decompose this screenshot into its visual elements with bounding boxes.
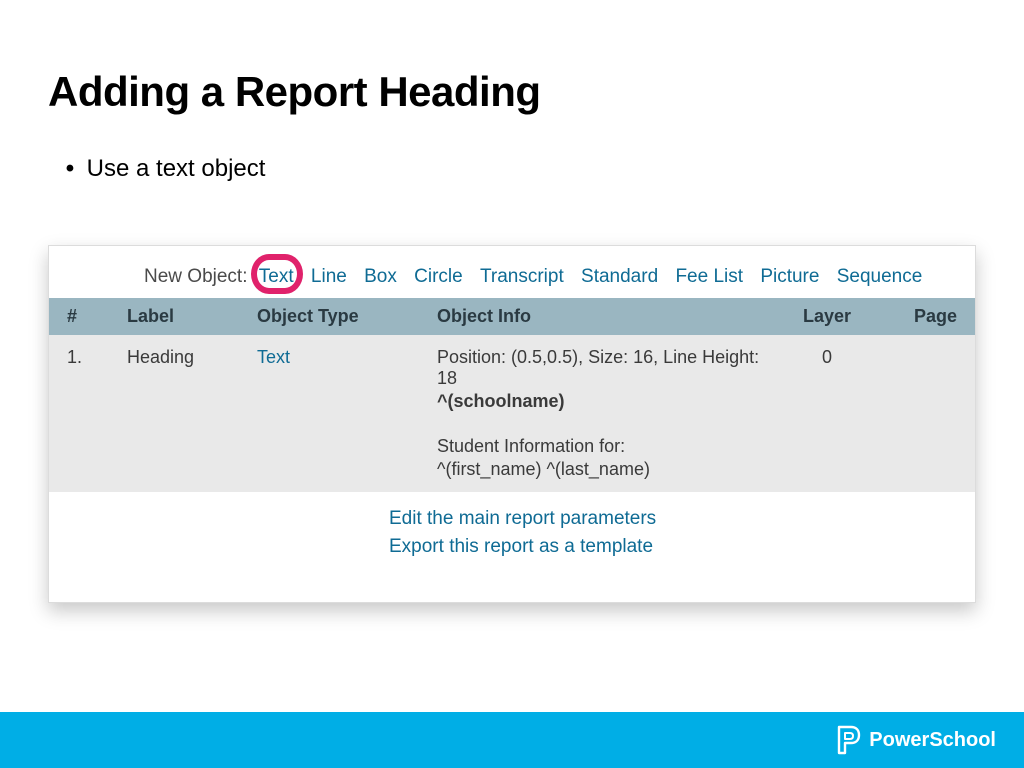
col-header-label: Label — [117, 298, 247, 335]
table-header-row: # Label Object Type Object Info Layer Pa… — [49, 298, 975, 335]
cell-type: Text — [247, 335, 427, 492]
action-links: Edit the main report parameters Export t… — [49, 492, 975, 574]
col-header-type: Object Type — [247, 298, 427, 335]
object-type-sequence[interactable]: Sequence — [837, 266, 923, 287]
cell-num: 1. — [49, 335, 117, 492]
cell-info: Position: (0.5,0.5), Size: 16, Line Heig… — [427, 335, 777, 492]
col-header-page: Page — [877, 298, 975, 335]
bullet-dot: • — [60, 155, 80, 183]
info-template-schoolname: ^(schoolname) — [437, 391, 767, 412]
cell-page — [877, 335, 975, 492]
object-type-link[interactable]: Text — [257, 347, 290, 367]
object-type-box[interactable]: Box — [364, 266, 397, 287]
footer-bar: PowerSchool — [0, 712, 1024, 768]
info-template-name: ^(first_name) ^(last_name) — [437, 459, 767, 480]
brand-text: PowerSchool — [869, 729, 996, 752]
object-type-transcript[interactable]: Transcript — [480, 266, 564, 287]
slide-title: Adding a Report Heading — [48, 68, 541, 116]
cell-label: Heading — [117, 335, 247, 492]
screenshot-panel: New Object: Text Line Box Circle Transcr… — [48, 245, 976, 603]
edit-report-parameters-link[interactable]: Edit the main report parameters — [389, 508, 965, 530]
object-type-text[interactable]: Text — [259, 266, 299, 287]
new-object-label: New Object: — [144, 266, 247, 287]
bullet-text: Use a text object — [87, 155, 266, 182]
export-report-template-link[interactable]: Export this report as a template — [389, 536, 965, 558]
brand: PowerSchool — [835, 725, 996, 755]
object-type-standard[interactable]: Standard — [581, 266, 658, 287]
object-type-fee-list[interactable]: Fee List — [675, 266, 743, 287]
new-object-toolbar: New Object: Text Line Box Circle Transcr… — [49, 246, 975, 298]
object-type-circle[interactable]: Circle — [414, 266, 463, 287]
table-row: 1. Heading Text Position: (0.5,0.5), Siz… — [49, 335, 975, 492]
object-type-line[interactable]: Line — [311, 266, 347, 287]
col-header-layer: Layer — [777, 298, 877, 335]
object-type-picture[interactable]: Picture — [760, 266, 819, 287]
col-header-info: Object Info — [427, 298, 777, 335]
cell-layer: 0 — [777, 335, 877, 492]
objects-table: # Label Object Type Object Info Layer Pa… — [49, 298, 975, 492]
col-header-num: # — [49, 298, 117, 335]
info-position: Position: (0.5,0.5), Size: 16, Line Heig… — [437, 347, 767, 389]
info-static-text: Student Information for: — [437, 436, 767, 457]
powerschool-logo-icon — [835, 725, 861, 755]
bullet-item: • Use a text object — [60, 155, 265, 183]
